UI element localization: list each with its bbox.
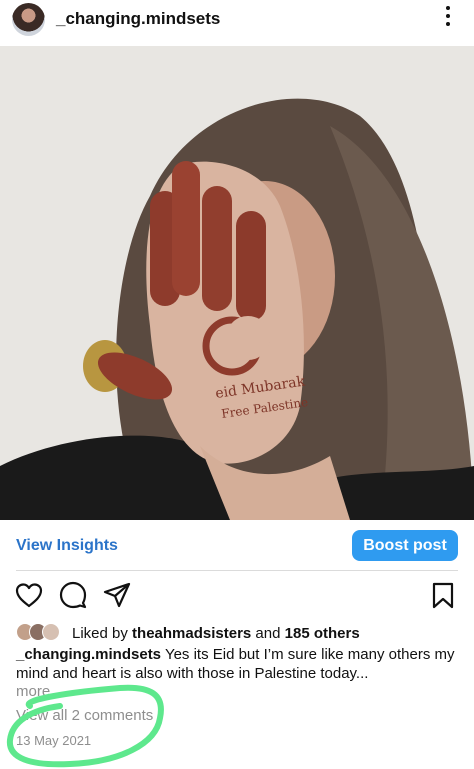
post-photo-illustration: eid Mubarak Free Palestine xyxy=(0,46,474,520)
liked-by-text: Liked by theahmadsisters and 185 others xyxy=(72,625,360,642)
post-image[interactable]: eid Mubarak Free Palestine xyxy=(0,46,474,520)
post-actions xyxy=(0,580,474,616)
liker-username[interactable]: theahmadsisters xyxy=(132,625,251,642)
post-header: _changing.mindsets xyxy=(0,0,474,46)
post-date: 13 May 2021 xyxy=(16,733,92,748)
likes-count[interactable]: 185 others xyxy=(285,625,360,642)
post-username[interactable]: _changing.mindsets xyxy=(56,9,220,29)
share-icon[interactable] xyxy=(102,580,132,610)
avatar[interactable] xyxy=(12,3,45,36)
heart-icon[interactable] xyxy=(14,580,44,610)
insights-row: View Insights Boost post xyxy=(0,521,474,569)
divider xyxy=(16,570,458,571)
caption-more-link[interactable]: more xyxy=(16,683,50,700)
caption-username[interactable]: _changing.mindsets xyxy=(16,646,161,663)
comment-icon[interactable] xyxy=(58,580,88,610)
highlight-annotation xyxy=(6,684,164,768)
more-options-icon[interactable] xyxy=(436,2,460,34)
liked-prefix: Liked by xyxy=(72,625,133,642)
bookmark-icon[interactable] xyxy=(428,580,458,610)
view-all-comments-link[interactable]: View all 2 comments xyxy=(16,707,153,724)
liked-middle: and xyxy=(251,625,285,642)
view-insights-link[interactable]: View Insights xyxy=(16,537,118,555)
caption: _changing.mindsets Yes its Eid but I’m s… xyxy=(16,645,461,683)
boost-post-button[interactable]: Boost post xyxy=(352,530,458,561)
liker-avatar xyxy=(42,623,60,641)
liked-by-row[interactable]: Liked by theahmadsisters and 185 others xyxy=(16,623,466,645)
